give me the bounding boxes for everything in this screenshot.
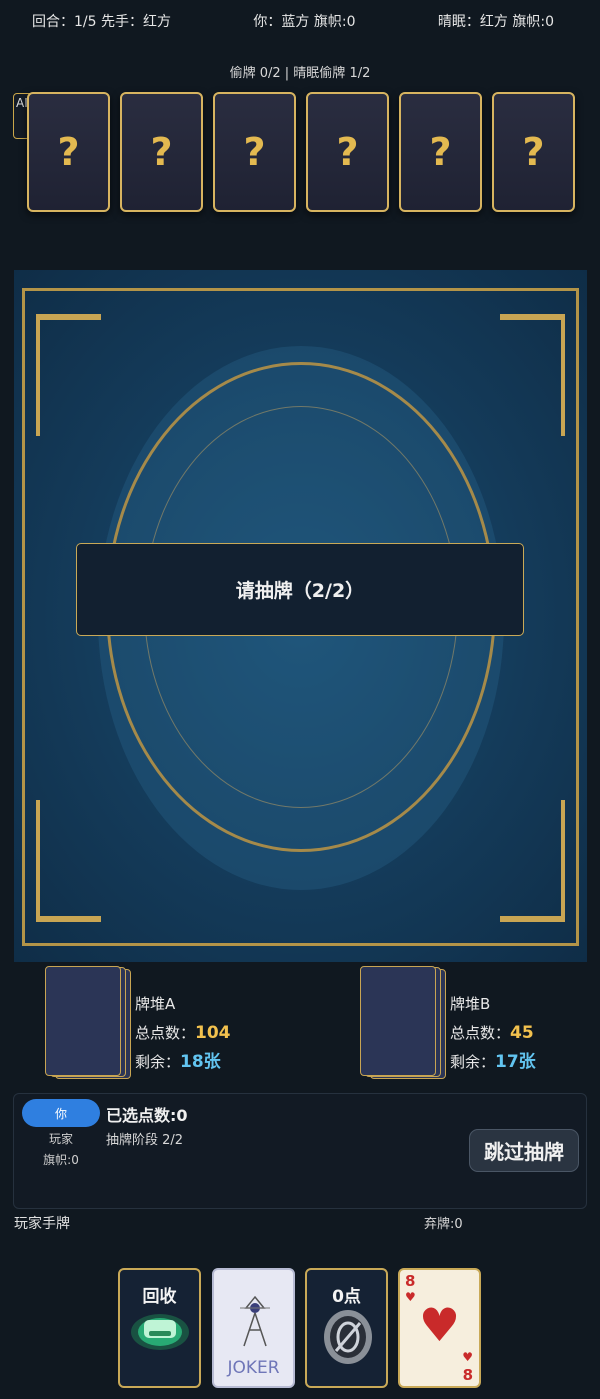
zero-coin-icon [324,1310,372,1364]
round-info: 回合：1/5 先手：红方 [32,14,171,30]
draw-prompt: 请抽牌（2/2） [76,543,524,636]
card-rank: 8 [462,1366,473,1384]
opponent-card: ? [213,92,296,212]
hand-card-joker[interactable]: JOKER [212,1268,295,1388]
pile-b-remain: 17张 [495,1052,536,1072]
skip-draw-button[interactable]: 跳过抽牌 [469,1129,579,1172]
opponent-card: ? [120,92,203,212]
draw-phase: 抽牌阶段 2/2 [106,1133,184,1148]
corner-ornament [500,314,565,436]
heart-icon: ♥ [418,1298,461,1352]
pile-b-total: 45 [510,1023,534,1043]
joker-label: JOKER [227,1358,280,1378]
recycle-icon [131,1314,189,1350]
corner-ornament [36,314,101,436]
selected-points: 已选点数:0 [106,1106,188,1125]
card-rank: 8 [405,1272,416,1290]
joker-icon [240,1295,270,1347]
heart-icon: ♥ [462,1350,473,1364]
opponent-card: ? [27,92,110,212]
pile-a-total-label: 总点数： [135,1024,196,1042]
you-badge: 你 [22,1099,100,1127]
pile-a-total: 104 [195,1023,231,1043]
game-board: 请抽牌（2/2） [14,270,587,962]
hand-card-heart-8[interactable]: 8 ♥ ♥ ♥ 8 [398,1268,481,1388]
pile-a-info: 牌堆A 总点数：104 剩余：18张 [135,990,231,1077]
opponent-card: ? [399,92,482,212]
pile-b-remain-label: 剩余： [450,1053,496,1071]
pile-a-remain-label: 剩余： [135,1053,181,1071]
top-status-bar: 回合：1/5 先手：红方 你：蓝方 旗帜:0 晴眠：红方 旗帜:0 [0,0,600,42]
pile-b-total-label: 总点数： [450,1024,511,1042]
player-flags: 旗帜:0 [43,1153,79,1167]
corner-ornament [500,800,565,922]
opponent-card: ? [306,92,389,212]
hand-card-recycle[interactable]: 回收 [118,1268,201,1388]
corner-ornament [36,800,101,922]
player-name: 玩家 [48,1132,73,1146]
opponent-info: 晴眠：红方 旗帜:0 [437,14,554,30]
pile-a-name: 牌堆A [135,995,176,1013]
recycle-label: 回收 [142,1287,177,1307]
hand-card-zero[interactable]: 0点 [305,1268,388,1388]
opponent-card: ? [492,92,575,212]
hand-title: 玩家手牌 [14,1216,70,1232]
you-info: 你：蓝方 旗帜:0 [253,14,356,30]
pile-b-name: 牌堆B [450,995,491,1013]
opponent-hand: ? ? ? ? ? ? [27,92,575,212]
pile-card-top[interactable] [360,966,436,1076]
steal-status: 偷牌 0/2 | 晴眠偷牌 1/2 [229,66,371,81]
player-panel: 你 玩家 旗帜:0 已选点数:0 抽牌阶段 2/2 跳过抽牌 [13,1093,587,1209]
pile-card-top[interactable] [45,966,121,1076]
pile-a-remain: 18张 [180,1052,221,1072]
pile-b-info: 牌堆B 总点数：45 剩余：17张 [450,990,536,1077]
discard-count: 弃牌:0 [424,1217,463,1232]
